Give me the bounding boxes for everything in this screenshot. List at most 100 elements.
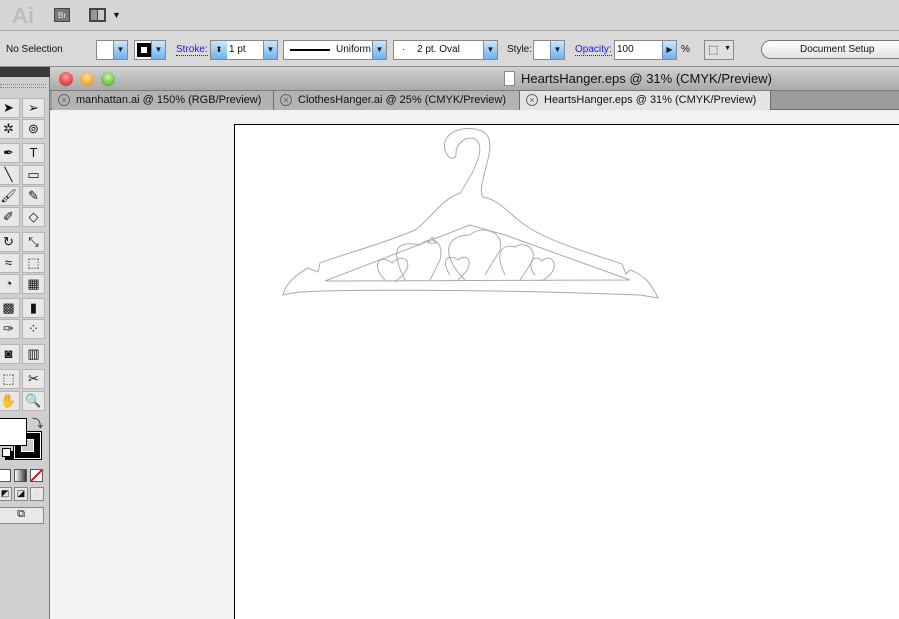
- application-bar: Ai Br ▼: [0, 0, 899, 31]
- mesh-tool[interactable]: ▩: [0, 298, 20, 318]
- tab-label: ClothesHanger.ai @ 25% (CMYK/Preview): [298, 94, 507, 106]
- direct-selection-icon: ➢: [28, 100, 39, 115]
- document-tabs: × manhattan.ai @ 150% (RGB/Preview) × Clot…: [50, 91, 899, 110]
- bridge-button[interactable]: Br: [54, 8, 70, 22]
- stroke-color-dropdown[interactable]: ▼: [134, 40, 166, 60]
- perspective-grid-tool[interactable]: ▦: [22, 274, 45, 294]
- slice-tool[interactable]: ✂: [22, 369, 45, 389]
- chevron-down-icon: ▼: [372, 41, 386, 59]
- style-label: Style:: [507, 44, 533, 55]
- stroke-weight-field[interactable]: ⬍ 1 pt ▼: [210, 40, 278, 60]
- draw-behind-icon[interactable]: ◪: [14, 487, 28, 501]
- type-tool[interactable]: T: [22, 143, 45, 163]
- pencil-tool[interactable]: ✎: [22, 186, 45, 206]
- stroke-line-preview: [290, 49, 330, 51]
- close-window-button[interactable]: [59, 72, 73, 86]
- draw-inside-icon[interactable]: ◌: [30, 487, 44, 501]
- graphic-style-dropdown[interactable]: ▼: [533, 40, 565, 60]
- fill-swatch[interactable]: [0, 418, 27, 446]
- percent-label: %: [681, 44, 690, 55]
- default-colors-icon[interactable]: [2, 448, 11, 457]
- opacity-link[interactable]: Opacity:: [575, 44, 612, 56]
- chevron-down-icon: ▼: [550, 41, 564, 59]
- warp-icon: ≈: [4, 255, 13, 270]
- tools-panel-header[interactable]: [0, 67, 50, 77]
- slice-icon: ✂: [28, 371, 39, 386]
- document-setup-label: Document Setup: [800, 44, 875, 55]
- chevron-down-icon: ▼: [113, 41, 127, 59]
- document-setup-button[interactable]: Document Setup: [761, 40, 899, 59]
- stroke-link[interactable]: Stroke:: [176, 44, 208, 56]
- rectangle-icon: ▭: [27, 167, 40, 182]
- close-tab-icon[interactable]: ×: [526, 94, 538, 106]
- stepper-icon[interactable]: ⬍: [211, 41, 227, 59]
- zoom-icon: 🔍: [25, 393, 42, 408]
- pen-tool[interactable]: ✒: [0, 143, 20, 163]
- direct-selection-tool[interactable]: ➢: [22, 98, 45, 118]
- profile-value: Uniform: [336, 44, 372, 55]
- magic-wand-tool[interactable]: ✲: [0, 119, 20, 139]
- fill-color-dropdown[interactable]: ▼: [96, 40, 128, 60]
- line-segment-tool[interactable]: ╲: [0, 165, 20, 185]
- opacity-field[interactable]: 100 ▶: [614, 40, 677, 60]
- selection-icon: ➤: [3, 100, 14, 115]
- selection-tool[interactable]: ➤: [0, 98, 20, 118]
- symbol-sprayer-tool[interactable]: ◙: [0, 344, 20, 364]
- free-transform-tool[interactable]: ⬚: [22, 253, 45, 273]
- rotate-tool[interactable]: ↻: [0, 232, 20, 252]
- draw-normal-icon[interactable]: ◩: [0, 487, 12, 501]
- brush-definition-dropdown[interactable]: · 2 pt. Oval ▼: [393, 40, 498, 60]
- chevron-down-icon: ▼: [151, 41, 165, 59]
- blob-brush-icon: ✐: [3, 209, 14, 224]
- eyedropper-tool[interactable]: ✑: [0, 319, 20, 339]
- hand-tool[interactable]: ✋: [0, 391, 20, 411]
- blend-tool[interactable]: ⁘: [22, 319, 45, 339]
- tab-heartshanger[interactable]: × HeartsHanger.eps @ 31% (CMYK/Preview): [520, 91, 771, 110]
- screen-mode-button[interactable]: ⧉: [0, 507, 44, 524]
- shape-builder-icon: ◔: [4, 276, 13, 291]
- scale-tool[interactable]: ⤡: [22, 232, 45, 252]
- color-mode-gradient-button[interactable]: [14, 469, 27, 482]
- rectangle-tool[interactable]: ▭: [22, 165, 45, 185]
- document-file-icon: [504, 71, 515, 86]
- warp-tool[interactable]: ≈: [0, 253, 20, 273]
- tab-clotheshanger[interactable]: × ClothesHanger.ai @ 25% (CMYK/Preview): [274, 91, 520, 110]
- lasso-tool[interactable]: ⊚: [22, 119, 45, 139]
- paintbrush-tool[interactable]: 🖌: [0, 186, 20, 206]
- selection-cursor-icon: ⬚: [708, 44, 719, 56]
- scale-icon: ⤡: [28, 234, 39, 249]
- artboard-tool[interactable]: ⬚: [0, 369, 20, 389]
- blob-brush-tool[interactable]: ✐: [0, 207, 20, 227]
- tools-panel-grip[interactable]: [0, 84, 46, 88]
- shape-builder-tool[interactable]: ◔: [0, 274, 20, 294]
- recolor-artwork-button[interactable]: ⬚ ▼: [704, 40, 734, 60]
- chevron-down-icon[interactable]: ▼: [112, 10, 121, 20]
- play-icon: ▶: [662, 41, 676, 59]
- close-tab-icon[interactable]: ×: [58, 94, 70, 106]
- color-mode-none-button[interactable]: [30, 469, 43, 482]
- control-panel: No Selection ▼ ▼ Stroke: ⬍ 1 pt ▼ Uniform ▼…: [0, 31, 899, 67]
- free-transform-icon: ⬚: [27, 255, 40, 270]
- illustrator-logo: Ai: [12, 3, 34, 28]
- minimize-window-button[interactable]: [80, 72, 94, 86]
- swap-fill-stroke-icon[interactable]: ⤵: [32, 415, 43, 431]
- pencil-icon: ✎: [28, 188, 39, 203]
- opacity-value: 100: [617, 44, 634, 55]
- eyedropper-icon: ✑: [3, 321, 14, 336]
- hearts-hanger-artwork[interactable]: [280, 125, 670, 305]
- column-graph-tool[interactable]: ▥: [22, 344, 45, 364]
- gradient-tool[interactable]: ▮: [22, 298, 45, 318]
- tab-manhattan[interactable]: × manhattan.ai @ 150% (RGB/Preview): [52, 91, 274, 110]
- column-graph-icon: ▥: [27, 346, 40, 361]
- zoom-window-button[interactable]: [101, 72, 115, 86]
- artboard-icon: ⬚: [2, 371, 15, 386]
- stroke-weight-value: 1 pt: [229, 44, 246, 55]
- eraser-tool[interactable]: ◇: [22, 207, 45, 227]
- close-tab-icon[interactable]: ×: [280, 94, 292, 106]
- selection-status: No Selection: [6, 44, 63, 55]
- color-mode-color-button[interactable]: [0, 469, 11, 482]
- arrange-documents-icon[interactable]: [89, 8, 106, 22]
- zoom-tool[interactable]: 🔍: [22, 391, 45, 411]
- variable-width-profile-dropdown[interactable]: Uniform ▼: [283, 40, 387, 60]
- eraser-icon: ◇: [28, 209, 39, 224]
